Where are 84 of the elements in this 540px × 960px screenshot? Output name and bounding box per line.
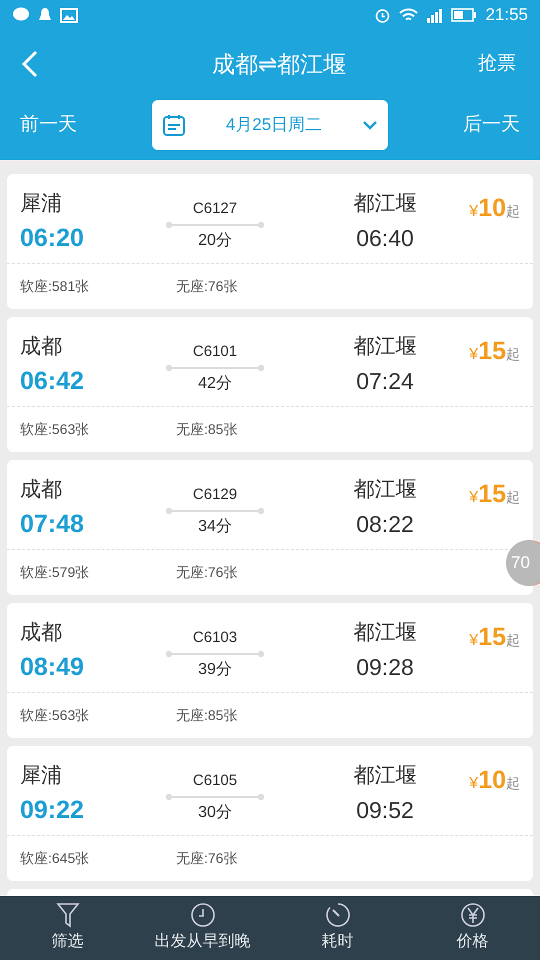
trip-duration: 42分 <box>198 374 232 394</box>
currency-sign: ¥ <box>469 202 478 222</box>
price-suffix: 起 <box>506 488 520 507</box>
arrival-station: 都江堰 <box>354 191 416 217</box>
train-card[interactable]: 犀浦 09:22 C6105 30分 都江堰 09:52 ¥10起 软座:645张 无座:76张 <box>7 746 533 881</box>
ticket-price: 10 <box>478 765 506 796</box>
train-number: C6101 <box>192 342 238 362</box>
ticket-price: 15 <box>478 336 506 367</box>
arrival-station: 都江堰 <box>354 334 416 360</box>
departure-station: 犀浦 <box>20 191 63 217</box>
seat-availability: 无座:76张 <box>176 277 238 296</box>
departure-time: 06:20 <box>20 223 85 254</box>
route-line-icon <box>165 650 265 658</box>
route-line-icon <box>165 220 265 228</box>
price-suffix: 起 <box>506 345 520 364</box>
arrival-time: 09:52 <box>356 796 414 825</box>
arrival-station: 都江堰 <box>354 477 416 503</box>
departure-time: 06:42 <box>20 366 85 397</box>
chat-icon <box>12 7 30 23</box>
trip-duration: 20分 <box>198 230 232 250</box>
ticket-price: 15 <box>478 479 506 510</box>
route-line-icon <box>165 792 265 800</box>
departure-time: 08:49 <box>20 652 85 683</box>
route-line-icon <box>165 364 265 372</box>
route-title: 成都⇌都江堰 <box>212 50 346 79</box>
trip-duration: 39分 <box>198 660 232 680</box>
price-suffix: 起 <box>506 774 520 793</box>
currency-sign: ¥ <box>469 631 478 651</box>
departure-time: 09:22 <box>20 795 85 826</box>
departure-station: 成都 <box>20 334 63 360</box>
price-suffix: 起 <box>506 202 520 221</box>
arrival-station: 都江堰 <box>354 763 416 789</box>
train-number: C6105 <box>192 771 238 791</box>
train-number: C6127 <box>192 199 238 219</box>
seat-availability: 无座:76张 <box>176 563 238 582</box>
seat-availability: 无座:85张 <box>176 706 238 725</box>
departure-station: 成都 <box>20 477 63 503</box>
route-line-icon <box>165 506 265 514</box>
bottom-tab[interactable]: 耗时 <box>270 896 405 960</box>
price-suffix: 起 <box>506 631 520 650</box>
signal-icon <box>426 8 444 22</box>
timer-icon <box>324 902 350 928</box>
ticket-price: 15 <box>478 622 506 653</box>
seat-availability: 软座:563张 <box>20 420 90 439</box>
bottom-tab[interactable]: 价格 <box>405 896 540 960</box>
image-icon <box>60 8 78 22</box>
arrival-time: 07:24 <box>356 367 414 396</box>
chevron-down-icon <box>362 120 378 130</box>
bottom-tab[interactable]: 出发从早到晚 <box>135 896 270 960</box>
seat-availability: 无座:76张 <box>176 849 238 868</box>
calendar-icon <box>162 113 186 137</box>
train-card[interactable]: 犀浦 06:20 C6127 20分 都江堰 06:40 ¥10起 软座:581张 无座:76张 <box>7 174 533 309</box>
clock-icon <box>190 902 216 928</box>
seat-availability: 软座:579张 <box>20 563 90 582</box>
date-text: 4月25日周二 <box>226 114 322 136</box>
alarm-icon <box>374 6 392 24</box>
currency-sign: ¥ <box>469 345 478 365</box>
seat-availability: 软座:645张 <box>20 849 90 868</box>
trip-duration: 30分 <box>198 802 232 822</box>
train-number: C6103 <box>192 628 238 648</box>
arrival-time: 06:40 <box>356 224 414 253</box>
yen-icon <box>460 902 486 928</box>
bottom-tab[interactable]: 筛选 <box>0 896 135 960</box>
arrival-station: 都江堰 <box>354 620 416 646</box>
train-card[interactable]: 成都 06:42 C6101 42分 都江堰 07:24 ¥15起 软座:563张 无座:85张 <box>7 317 533 452</box>
departure-time: 07:48 <box>20 509 85 540</box>
filter-icon <box>56 902 80 928</box>
departure-station: 成都 <box>20 620 63 646</box>
trip-duration: 34分 <box>198 516 232 536</box>
currency-sign: ¥ <box>469 774 478 794</box>
departure-station: 犀浦 <box>20 763 63 789</box>
arrival-time: 09:28 <box>356 653 414 682</box>
arrival-time: 08:22 <box>356 510 414 539</box>
ticket-price: 10 <box>478 193 506 224</box>
wifi-icon <box>399 8 418 22</box>
seat-availability: 无座:85张 <box>176 420 238 439</box>
seat-availability: 软座:563张 <box>20 706 90 725</box>
battery-icon <box>451 8 478 22</box>
clock-time: 21:55 <box>485 4 528 26</box>
seat-availability: 软座:581张 <box>20 277 90 296</box>
train-number: C6129 <box>192 485 238 505</box>
train-card[interactable]: 成都 08:49 C6103 39分 都江堰 09:28 ¥15起 软座:563张 无座:85张 <box>7 603 533 738</box>
back-icon[interactable] <box>20 50 40 78</box>
currency-sign: ¥ <box>469 488 478 508</box>
